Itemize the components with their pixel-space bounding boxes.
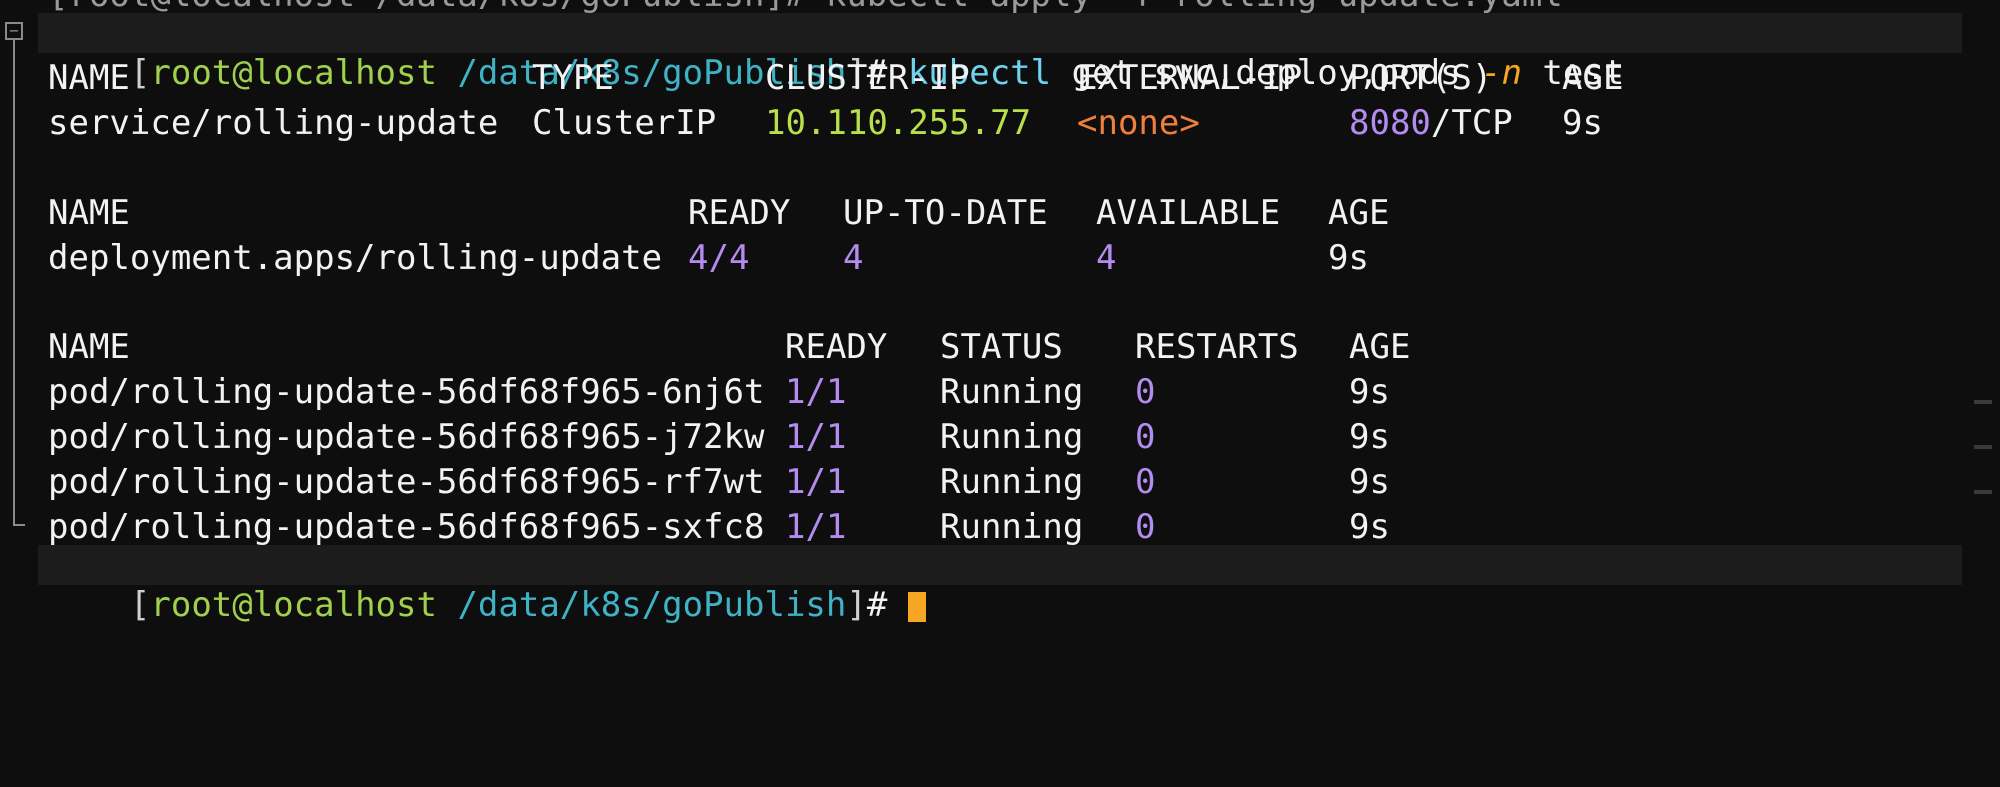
deploy-col-up-to-date: UP-TO-DATE [843,193,1048,233]
command-line[interactable]: [root@localhost /data/k8s/goPublish]# ku… [38,13,1962,93]
deploy-col-ready: READY [688,193,791,233]
svc-port: 8080/TCP [1349,103,1513,143]
prompt-user-host: root@localhost [150,585,437,625]
pod-restarts: 0 [1135,462,1156,502]
fold-guide-end [13,524,25,526]
deploy-available: 4 [1096,238,1117,278]
next-prompt-line[interactable]: [root@localhost /data/k8s/goPublish]# [38,545,1962,625]
pod-row: pod/rolling-update-56df68f965-sxfc8 1/1 … [48,507,1390,547]
deploy-up-to-date: 4 [843,238,864,278]
deploy-ready: 4/4 [688,238,750,278]
pods-col-restarts: RESTARTS [1135,327,1299,367]
pod-name: pod/rolling-update-56df68f965-sxfc8 [48,507,765,547]
pod-ready: 1/1 [785,462,847,502]
deploy-age: 9s [1328,238,1369,278]
deploy-col-available: AVAILABLE [1096,193,1281,233]
block-cursor [907,591,926,622]
svc-cluster-ip: 10.110.255.77 [765,103,1032,143]
svc-type: ClusterIP [532,103,717,143]
svc-col-ports: PORT(S) [1349,58,1493,98]
deploy-header-row: NAME READY UP-TO-DATE AVAILABLE AGE [48,193,1389,233]
pods-col-name: NAME [48,327,130,367]
pod-restarts: 0 [1135,417,1156,457]
pod-status: Running [940,417,1084,457]
prompt-user-host: root@localhost [150,53,437,93]
pod-restarts: 0 [1135,507,1156,547]
pod-row: pod/rolling-update-56df68f965-rf7wt 1/1 … [48,462,1390,502]
scrollbar-marker[interactable] [1974,445,1992,449]
pod-status: Running [940,372,1084,412]
pods-header-row: NAME READY STATUS RESTARTS AGE [48,327,1410,367]
svc-col-cluster-ip: CLUSTER-IP [765,58,970,98]
svc-header-row: NAME TYPE CLUSTER-IP EXTERNAL-IP PORT(S)… [48,58,1623,98]
svc-external-ip: <none> [1077,103,1200,143]
svc-col-external-ip: EXTERNAL-IP [1077,58,1303,98]
scrollbar-marker[interactable] [1974,490,1992,494]
svc-age: 9s [1562,103,1603,143]
svc-row: service/rolling-update ClusterIP 10.110.… [48,103,1603,143]
pod-age: 9s [1349,372,1390,412]
fold-guide-line [13,40,15,526]
svc-port-number: 8080 [1349,103,1431,143]
pod-ready: 1/1 [785,507,847,547]
prompt-open-bracket: [ [129,53,151,93]
pod-age: 9s [1349,507,1390,547]
collapse-fold-icon[interactable]: − [5,22,23,40]
svc-col-age: AGE [1562,58,1624,98]
prompt-symbol: # [866,585,888,625]
pods-col-status: STATUS [940,327,1063,367]
svc-name: service/rolling-update [48,103,499,143]
pod-ready: 1/1 [785,417,847,457]
pod-age: 9s [1349,462,1390,502]
svc-col-type: TYPE [532,58,614,98]
pod-status: Running [940,462,1084,502]
pods-col-ready: READY [785,327,888,367]
prompt-path: /data/k8s/goPublish [457,585,847,625]
svc-col-name: NAME [48,58,130,98]
prompt-close-bracket: ] [846,585,867,625]
deploy-row: deployment.apps/rolling-update 4/4 4 4 9… [48,238,1369,278]
deploy-col-name: NAME [48,193,130,233]
pod-name: pod/rolling-update-56df68f965-j72kw [48,417,765,457]
pod-name: pod/rolling-update-56df68f965-6nj6t [48,372,765,412]
svc-port-protocol: /TCP [1430,103,1513,143]
pod-restarts: 0 [1135,372,1156,412]
scrollbar-marker[interactable] [1974,400,1992,404]
deploy-name: deployment.apps/rolling-update [48,238,663,278]
pod-row: pod/rolling-update-56df68f965-j72kw 1/1 … [48,417,1390,457]
deploy-col-age: AGE [1328,193,1390,233]
editor-gutter: − [0,0,38,563]
prompt-open-bracket: [ [129,585,151,625]
pod-name: pod/rolling-update-56df68f965-rf7wt [48,462,765,502]
pod-ready: 1/1 [785,372,847,412]
pod-age: 9s [1349,417,1390,457]
pod-status: Running [940,507,1084,547]
pods-col-age: AGE [1349,327,1411,367]
pod-row: pod/rolling-update-56df68f965-6nj6t 1/1 … [48,372,1390,412]
